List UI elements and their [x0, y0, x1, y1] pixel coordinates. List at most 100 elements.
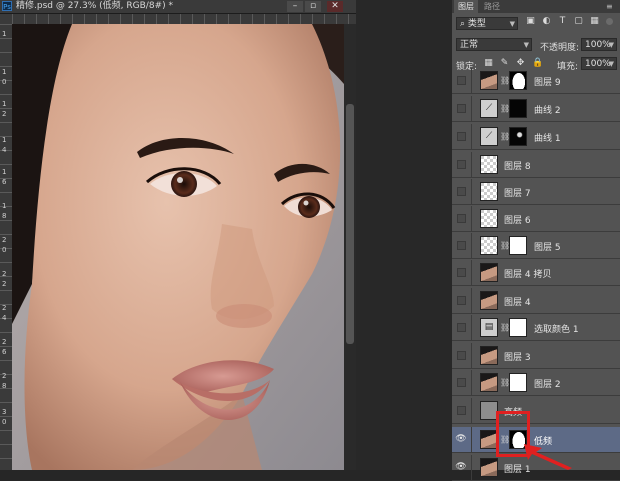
image-canvas[interactable]: [12, 24, 344, 470]
layer-thumbnail[interactable]: [480, 182, 498, 201]
text-icon[interactable]: T: [558, 17, 567, 26]
ruler-number: 1: [2, 168, 7, 176]
ruler-number: 0: [2, 418, 7, 426]
layer-row[interactable]: ⛓ 图层 5: [452, 233, 620, 259]
visibility-toggle[interactable]: [457, 296, 466, 305]
layer-name[interactable]: 图层 5: [534, 240, 561, 253]
layer-row[interactable]: 图层 3: [452, 343, 620, 369]
column-divider: [471, 179, 472, 204]
visibility-toggle[interactable]: [457, 268, 466, 277]
layer-name[interactable]: 图层 8: [504, 159, 531, 172]
filter-toggle[interactable]: [606, 18, 613, 25]
layer-row[interactable]: 图层 4: [452, 288, 620, 314]
visibility-toggle[interactable]: [457, 187, 466, 196]
layer-name[interactable]: 图层 6: [504, 213, 531, 226]
layer-row[interactable]: ⟋ ⛓ 曲线 1: [452, 124, 620, 150]
panel-menu-icon[interactable]: ≡: [606, 2, 613, 11]
layer-thumbnail[interactable]: [480, 71, 498, 90]
visibility-toggle[interactable]: [457, 323, 466, 332]
layer-row[interactable]: 图层 4 拷贝: [452, 260, 620, 286]
layer-thumbnail[interactable]: [480, 263, 498, 282]
visibility-toggle[interactable]: [457, 104, 466, 113]
layer-mask-thumbnail[interactable]: [509, 318, 527, 337]
layer-thumbnail[interactable]: [480, 373, 498, 392]
layer-mask-thumbnail[interactable]: [509, 236, 527, 255]
vertical-ruler[interactable]: 1 1 0 1 2 1 4 1 6 1 8 2 0 2 2 2 4 2 6 2 …: [0, 24, 12, 470]
layer-thumbnail[interactable]: [480, 346, 498, 365]
layer-mask-thumbnail[interactable]: [509, 373, 527, 392]
layer-row[interactable]: ⛓ 图层 9: [452, 68, 620, 94]
layer-thumbnail[interactable]: [480, 236, 498, 255]
chevron-down-icon: ▼: [523, 41, 529, 49]
layer-name[interactable]: 图层 4 拷贝: [504, 267, 551, 280]
visibility-toggle[interactable]: [457, 351, 466, 360]
layer-row[interactable]: 图层 6: [452, 206, 620, 232]
ruler-number: 0: [2, 78, 7, 86]
layer-name[interactable]: 曲线 2: [534, 103, 561, 116]
layer-thumbnail[interactable]: ⟋: [480, 127, 498, 146]
shape-icon[interactable]: ▢: [574, 17, 583, 26]
horizontal-ruler[interactable]: [12, 14, 356, 24]
layer-name[interactable]: 曲线 1: [534, 131, 561, 144]
opacity-input[interactable]: 100% ▼: [581, 38, 617, 51]
layer-name[interactable]: 图层 9: [534, 75, 561, 88]
restore-button[interactable]: ▫: [305, 1, 321, 12]
ruler-number: 2: [2, 270, 7, 278]
eye-visibility-icon[interactable]: 👁: [455, 461, 467, 473]
filter-kind-dropdown[interactable]: ⌕ 类型 ▼: [456, 17, 518, 30]
ruler-number: 1: [2, 30, 7, 38]
vertical-scrollbar[interactable]: [344, 24, 356, 470]
layer-name[interactable]: 图层 4: [504, 295, 531, 308]
visibility-toggle[interactable]: [457, 76, 466, 85]
ruler-number: 8: [2, 382, 7, 390]
layer-mask-thumbnail[interactable]: [509, 127, 527, 146]
layer-row[interactable]: 高频: [452, 398, 620, 424]
layer-thumbnail[interactable]: [480, 458, 498, 477]
lock-paint-icon[interactable]: ✎: [500, 59, 509, 68]
layer-name[interactable]: 图层 2: [534, 377, 561, 390]
layer-thumbnail[interactable]: [480, 209, 498, 228]
document-tab[interactable]: Ps 精修.psd @ 27.3% (低频, RGB/8#) * – ▫ ✕: [0, 0, 356, 14]
ruler-number: 8: [2, 212, 7, 220]
visibility-toggle[interactable]: [457, 160, 466, 169]
layer-thumbnail[interactable]: ▤: [480, 318, 498, 337]
tab-paths[interactable]: 路径: [480, 0, 504, 13]
adjust-icon[interactable]: ◐: [542, 17, 551, 26]
layer-name[interactable]: 图层 7: [504, 186, 531, 199]
visibility-toggle[interactable]: [457, 378, 466, 387]
visibility-toggle[interactable]: [457, 214, 466, 223]
layer-name[interactable]: 图层 3: [504, 350, 531, 363]
layer-row[interactable]: 图层 8: [452, 152, 620, 178]
lock-all-icon[interactable]: 🔒: [532, 59, 543, 68]
layer-thumbnail[interactable]: [480, 291, 498, 310]
image-icon[interactable]: ▣: [526, 17, 535, 26]
lock-transparent-icon[interactable]: ▦: [484, 59, 493, 68]
lock-move-icon[interactable]: ✥: [516, 59, 525, 68]
tab-layers[interactable]: 图层: [454, 0, 478, 13]
eye-visibility-icon[interactable]: 👁: [455, 433, 467, 445]
layer-row[interactable]: 图层 7: [452, 179, 620, 205]
visibility-toggle[interactable]: [457, 241, 466, 250]
ruler-number: 4: [2, 314, 7, 322]
minimize-button[interactable]: –: [287, 1, 303, 12]
document-title: 精修.psd @ 27.3% (低频, RGB/8#) *: [16, 1, 173, 11]
layer-thumbnail[interactable]: ⟋: [480, 99, 498, 118]
close-button[interactable]: ✕: [327, 1, 343, 12]
layer-row[interactable]: ▤ ⛓ 选取颜色 1: [452, 315, 620, 341]
layer-row[interactable]: ⟋ ⛓ 曲线 2: [452, 96, 620, 122]
smart-icon[interactable]: ▦: [590, 17, 599, 26]
layer-mask-thumbnail[interactable]: [509, 71, 527, 90]
layer-list: ⛓ 图层 9 ⟋ ⛓ 曲线 2 ⟋ ⛓ 曲线 1 图层 8 图层 7 图层 6 ⛓ 图层 5 图层 4 拷…: [452, 68, 620, 481]
layer-row[interactable]: ⛓ 图层 2: [452, 370, 620, 396]
visibility-toggle[interactable]: [457, 132, 466, 141]
scrollbar-thumb[interactable]: [346, 104, 354, 344]
layer-mask-thumbnail[interactable]: [509, 99, 527, 118]
ruler-number: 2: [2, 372, 7, 380]
opacity-label: 不透明度:: [540, 43, 580, 53]
layer-thumbnail[interactable]: [480, 155, 498, 174]
column-divider: [471, 152, 472, 177]
ruler-number: 2: [2, 280, 7, 288]
blend-mode-dropdown[interactable]: 正常 ▼: [456, 38, 532, 51]
layer-name[interactable]: 选取颜色 1: [534, 322, 579, 335]
visibility-toggle[interactable]: [457, 406, 466, 415]
